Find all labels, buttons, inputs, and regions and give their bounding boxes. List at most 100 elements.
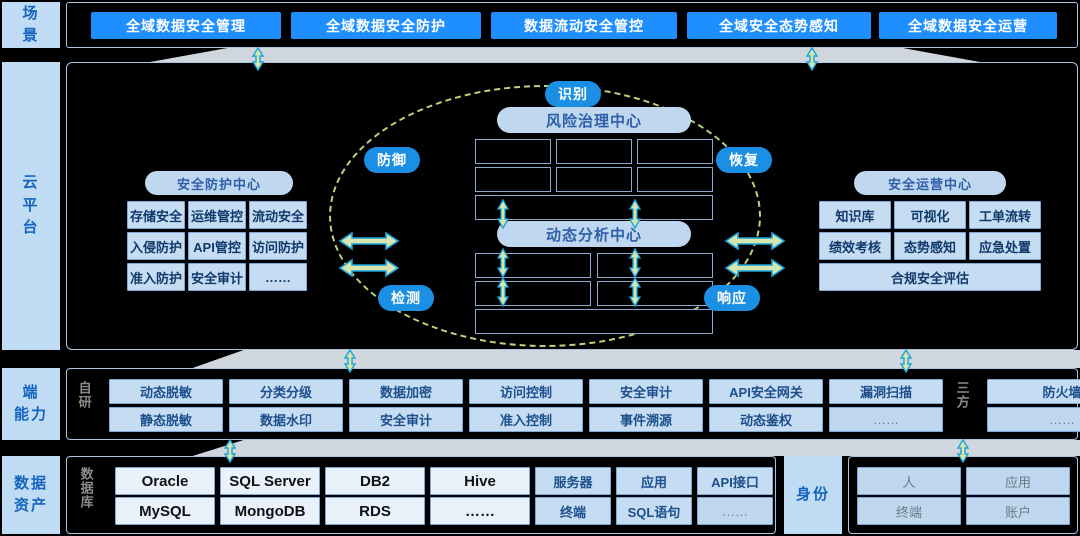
protection-cell-1-2[interactable]: 访问防护 bbox=[249, 232, 307, 260]
assets-app-cell-0-bottom[interactable]: 终端 bbox=[535, 497, 611, 525]
protection-cell-0-0[interactable]: 存储安全 bbox=[127, 201, 185, 229]
assets-app-group-1: 应用 SQL语句 bbox=[616, 467, 692, 525]
edge-self-cell-6-top[interactable]: 漏洞扫描 bbox=[829, 379, 943, 404]
edge-self-cell-5-top[interactable]: API安全网关 bbox=[709, 379, 823, 404]
assets-app-cell-1-bottom[interactable]: SQL语句 bbox=[616, 497, 692, 525]
assets-app-cell-0-top[interactable]: 服务器 bbox=[535, 467, 611, 495]
rail-scene-char-0: 场 bbox=[22, 4, 40, 22]
risk-governance-box-0-0[interactable] bbox=[475, 139, 551, 164]
assets-db-cell-2-bottom[interactable]: RDS bbox=[325, 497, 425, 525]
dynamic-analysis-box-footer[interactable] bbox=[475, 309, 713, 334]
operation-cell-0-1[interactable]: 可视化 bbox=[894, 201, 966, 229]
risk-governance-box-1-0[interactable] bbox=[475, 167, 551, 192]
scene-button-2[interactable]: 数据流动安全管控 bbox=[491, 12, 677, 39]
connector-band-cloud-edge bbox=[60, 350, 1080, 368]
edge-third-cell-0-top[interactable]: 防火墙 bbox=[987, 379, 1080, 404]
edge-self-cell-3-bottom[interactable]: 准入控制 bbox=[469, 407, 583, 432]
operation-cell-1-1[interactable]: 态势感知 bbox=[894, 232, 966, 260]
assets-panel: 数据库 Oracle MySQL SQL Server MongoDB DB2 … bbox=[66, 456, 776, 534]
rail-cloud: 云 平 台 bbox=[2, 62, 60, 350]
assets-db-cell-0-bottom[interactable]: MySQL bbox=[115, 497, 215, 525]
dynamic-analysis-box-1-0[interactable] bbox=[475, 281, 591, 306]
protection-cell-1-0[interactable]: 入侵防护 bbox=[127, 232, 185, 260]
assets-db-group-0: Oracle MySQL bbox=[115, 467, 215, 525]
edge-self-cell-0-top[interactable]: 动态脱敏 bbox=[109, 379, 223, 404]
protection-cell-2-0[interactable]: 准入防护 bbox=[127, 263, 185, 291]
rail-scene-char-1: 景 bbox=[22, 27, 40, 44]
identity-group-1: 应用 账户 bbox=[966, 467, 1070, 525]
dynamic-analysis-center: 动态分析中心 bbox=[475, 221, 713, 334]
edge-third-cell-0-bottom[interactable]: …… bbox=[987, 407, 1080, 432]
operation-cell-0-0[interactable]: 知识库 bbox=[819, 201, 891, 229]
edge-self-cell-0-bottom[interactable]: 静态脱敏 bbox=[109, 407, 223, 432]
edge-self-cell-4-top[interactable]: 安全审计 bbox=[589, 379, 703, 404]
assets-db-cell-1-bottom[interactable]: MongoDB bbox=[220, 497, 320, 525]
dynamic-analysis-box-0-1[interactable] bbox=[597, 253, 713, 278]
ring-pill-respond[interactable]: 响应 bbox=[704, 285, 760, 311]
edge-self-cell-2-bottom[interactable]: 安全审计 bbox=[349, 407, 463, 432]
ring-pill-detect[interactable]: 检测 bbox=[378, 285, 434, 311]
assets-app-cell-1-top[interactable]: 应用 bbox=[616, 467, 692, 495]
edge-self-cell-6-bottom[interactable]: …… bbox=[829, 407, 943, 432]
edge-panel: 自研 动态脱敏 静态脱敏 分类分级 数据水印 数据加密 安全审计 访问控制 准入… bbox=[66, 368, 1080, 440]
operation-cell-compliance[interactable]: 合规安全评估 bbox=[819, 263, 1041, 291]
ring-pill-protect[interactable]: 防御 bbox=[364, 147, 420, 173]
rail-scene: 场 景 bbox=[2, 2, 60, 48]
assets-db-cell-0-top[interactable]: Oracle bbox=[115, 467, 215, 495]
edge-self-cell-5-bottom[interactable]: 动态鉴权 bbox=[709, 407, 823, 432]
protection-cell-2-2[interactable]: …… bbox=[249, 263, 307, 291]
identity-group-0: 人 终端 bbox=[857, 467, 961, 525]
identity-cell-0-top[interactable]: 人 bbox=[857, 467, 961, 495]
protection-cell-0-1[interactable]: 运维管控 bbox=[188, 201, 246, 229]
assets-db-cell-3-top[interactable]: Hive bbox=[430, 467, 530, 495]
dynamic-analysis-box-0-0[interactable] bbox=[475, 253, 591, 278]
scene-panel: 全域数据安全管理 全域数据安全防护 数据流动安全管控 全域安全态势感知 全域数据… bbox=[66, 2, 1078, 48]
risk-governance-box-footer[interactable] bbox=[475, 195, 713, 220]
security-operation-center: 安全运营中心 知识库 可视化 工单流转 绩效考核 态势感知 应急处置 合规安全评… bbox=[819, 171, 1043, 299]
risk-governance-box-0-2[interactable] bbox=[637, 139, 713, 164]
ring-pill-identify[interactable]: 识别 bbox=[545, 81, 601, 107]
dynamic-analysis-box-1-1[interactable] bbox=[597, 281, 713, 306]
operation-cell-1-0[interactable]: 绩效考核 bbox=[819, 232, 891, 260]
identity-cell-1-bottom[interactable]: 账户 bbox=[966, 497, 1070, 525]
risk-governance-box-0-1[interactable] bbox=[556, 139, 632, 164]
assets-db-group-2: DB2 RDS bbox=[325, 467, 425, 525]
assets-app-cell-2-top[interactable]: API接口 bbox=[697, 467, 773, 495]
scene-button-0[interactable]: 全域数据安全管理 bbox=[91, 12, 281, 39]
edge-self-group-0: 动态脱敏 静态脱敏 bbox=[109, 379, 223, 433]
protection-cell-2-1[interactable]: 安全审计 bbox=[188, 263, 246, 291]
edge-self-cell-1-bottom[interactable]: 数据水印 bbox=[229, 407, 343, 432]
scene-button-4[interactable]: 全域数据安全运营 bbox=[879, 12, 1057, 39]
rail-assets: 数据 资产 bbox=[2, 456, 60, 534]
architecture-diagram: 场 景 全域数据安全管理 全域数据安全防护 数据流动安全管控 全域安全态势感知 … bbox=[0, 0, 1080, 536]
assets-db-cell-2-top[interactable]: DB2 bbox=[325, 467, 425, 495]
edge-self-cell-2-top[interactable]: 数据加密 bbox=[349, 379, 463, 404]
risk-governance-box-1-2[interactable] bbox=[637, 167, 713, 192]
operation-center-title: 安全运营中心 bbox=[854, 171, 1006, 195]
scene-button-3[interactable]: 全域安全态势感知 bbox=[687, 12, 871, 39]
edge-self-cell-4-bottom[interactable]: 事件溯源 bbox=[589, 407, 703, 432]
assets-db-cell-3-bottom[interactable]: …… bbox=[430, 497, 530, 525]
risk-governance-title: 风险治理中心 bbox=[497, 107, 691, 133]
protection-cell-0-2[interactable]: 流动安全 bbox=[249, 201, 307, 229]
assets-app-cell-2-bottom[interactable]: …… bbox=[697, 497, 773, 525]
scene-button-1[interactable]: 全域数据安全防护 bbox=[291, 12, 481, 39]
edge-self-cell-3-top[interactable]: 访问控制 bbox=[469, 379, 583, 404]
identity-cell-0-bottom[interactable]: 终端 bbox=[857, 497, 961, 525]
rail-cloud-char-1: 平 bbox=[22, 196, 40, 214]
operation-cell-0-2[interactable]: 工单流转 bbox=[969, 201, 1041, 229]
protection-cell-1-1[interactable]: API管控 bbox=[188, 232, 246, 260]
operation-cell-1-2[interactable]: 应急处置 bbox=[969, 232, 1041, 260]
risk-governance-box-1-1[interactable] bbox=[556, 167, 632, 192]
dynamic-analysis-title: 动态分析中心 bbox=[497, 221, 691, 247]
edge-self-group-3: 访问控制 准入控制 bbox=[469, 379, 583, 433]
assets-db-cell-1-top[interactable]: SQL Server bbox=[220, 467, 320, 495]
assets-db-group-3: Hive …… bbox=[430, 467, 530, 525]
rail-edge: 端 能力 bbox=[2, 368, 60, 440]
identity-cell-1-top[interactable]: 应用 bbox=[966, 467, 1070, 495]
connector-band-edge-assets bbox=[60, 440, 1080, 456]
protection-center-title: 安全防护中心 bbox=[145, 171, 293, 195]
ring-pill-recover[interactable]: 恢复 bbox=[716, 147, 772, 173]
identity-panel: 人 终端 应用 账户 bbox=[848, 456, 1078, 534]
edge-self-cell-1-top[interactable]: 分类分级 bbox=[229, 379, 343, 404]
